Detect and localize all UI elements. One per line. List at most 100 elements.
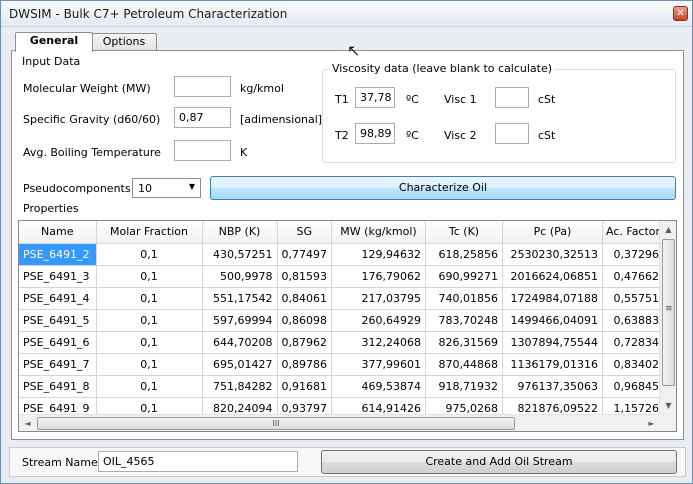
visc1-input[interactable] bbox=[495, 87, 529, 108]
table-cell[interactable]: 0,1 bbox=[96, 353, 203, 376]
table-cell[interactable]: 500,9978 bbox=[202, 265, 278, 288]
table-cell[interactable]: 217,03795 bbox=[331, 287, 426, 310]
tab-general[interactable]: General bbox=[15, 32, 93, 52]
table-cell[interactable]: 0,47662 bbox=[602, 265, 665, 288]
table-cell[interactable]: PSE_6491_3 bbox=[19, 265, 97, 288]
table-cell[interactable]: 783,70248 bbox=[425, 309, 503, 332]
table-cell[interactable]: 0,1 bbox=[96, 265, 203, 288]
table-cell[interactable]: 129,94632 bbox=[331, 243, 426, 266]
table-row[interactable]: PSE_6491_3 0,1 500,9978 0,81593 176,79062 690… bbox=[19, 265, 665, 288]
table-cell[interactable]: 469,53874 bbox=[331, 375, 426, 398]
scroll-left-icon[interactable]: ◄ bbox=[19, 415, 36, 431]
column-header[interactable]: NBP (K) bbox=[202, 221, 278, 244]
table-cell[interactable]: 0,83402 bbox=[602, 353, 665, 376]
table-cell[interactable]: 618,25856 bbox=[425, 243, 503, 266]
table-cell[interactable]: 0,96845 bbox=[602, 375, 665, 398]
table-cell[interactable]: PSE_6491_4 bbox=[19, 287, 97, 310]
table-cell[interactable]: 0,1 bbox=[96, 375, 203, 398]
input-data-label: Input Data bbox=[22, 55, 81, 68]
table-cell[interactable]: 0,84061 bbox=[277, 287, 332, 310]
table-cell[interactable]: 0,1 bbox=[96, 331, 203, 354]
sg-label: Specific Gravity (d60/60) bbox=[23, 113, 161, 126]
table-cell[interactable]: 695,01427 bbox=[202, 353, 278, 376]
table-cell[interactable]: PSE_6491_7 bbox=[19, 353, 97, 376]
table-row[interactable]: PSE_6491_7 0,1 695,01427 0,89786 377,99601 87… bbox=[19, 353, 665, 376]
visc2-input[interactable] bbox=[495, 123, 529, 144]
table-cell[interactable]: 0,1 bbox=[96, 309, 203, 332]
table-cell[interactable]: 0,1 bbox=[96, 287, 203, 310]
table-cell[interactable]: 0,89786 bbox=[277, 353, 332, 376]
table-cell[interactable]: 0,1 bbox=[96, 243, 203, 266]
properties-label: Properties bbox=[23, 202, 79, 215]
table-cell[interactable]: 0,81593 bbox=[277, 265, 332, 288]
table-cell[interactable]: 1136179,01316 bbox=[502, 353, 603, 376]
sg-input[interactable]: 0,87 bbox=[174, 107, 231, 128]
table-cell[interactable]: 312,24068 bbox=[331, 331, 426, 354]
vertical-scrollbar[interactable]: ▲ ≡ ▼ bbox=[659, 221, 676, 414]
scroll-down-icon[interactable]: ▼ bbox=[660, 397, 676, 414]
table-row[interactable]: PSE_6491_4 0,1 551,17542 0,84061 217,03795 74… bbox=[19, 287, 665, 310]
table-cell[interactable]: 597,69994 bbox=[202, 309, 278, 332]
table-cell[interactable]: PSE_6491_8 bbox=[19, 375, 97, 398]
table-row[interactable]: PSE_6491_5 0,1 597,69994 0,86098 260,64929 78… bbox=[19, 309, 665, 332]
stream-name-input[interactable]: OIL_4565 bbox=[98, 451, 298, 472]
tab-options[interactable]: Options bbox=[91, 33, 157, 51]
table-cell[interactable]: 0,55751 bbox=[602, 287, 665, 310]
table-cell[interactable]: 0,77497 bbox=[277, 243, 332, 266]
table-cell[interactable]: 0,91681 bbox=[277, 375, 332, 398]
properties-grid[interactable]: Name Molar Fraction NBP (K) SG MW (kg/km… bbox=[18, 220, 677, 432]
table-cell[interactable]: 751,84282 bbox=[202, 375, 278, 398]
abt-input[interactable] bbox=[174, 140, 231, 161]
column-header[interactable]: MW (kg/kmol) bbox=[331, 221, 426, 244]
table-cell[interactable]: PSE_6491_2 bbox=[19, 243, 97, 266]
table-cell[interactable]: 1307894,75544 bbox=[502, 331, 603, 354]
vertical-scroll-thumb[interactable]: ≡ bbox=[662, 239, 675, 386]
t1-input[interactable]: 37,78 bbox=[355, 87, 395, 108]
table-row[interactable]: PSE_6491_2 0,1 430,57251 0,77497 129,94632 61… bbox=[19, 243, 665, 266]
column-header[interactable]: Ac. Factor bbox=[602, 221, 665, 244]
table-row[interactable]: PSE_6491_8 0,1 751,84282 0,91681 469,53874 91… bbox=[19, 375, 665, 398]
table-cell[interactable]: 1724984,07188 bbox=[502, 287, 603, 310]
t2-input[interactable]: 98,89 bbox=[355, 123, 395, 144]
characterize-oil-button[interactable]: Characterize Oil bbox=[210, 176, 676, 200]
table-cell[interactable]: 826,31569 bbox=[425, 331, 503, 354]
table-cell[interactable]: 976137,35063 bbox=[502, 375, 603, 398]
horizontal-scroll-thumb[interactable]: III bbox=[37, 417, 515, 430]
chevron-down-icon: ▼ bbox=[188, 182, 195, 191]
column-header[interactable]: Name bbox=[19, 221, 97, 244]
pseudocomponents-select[interactable]: 10 ▼ bbox=[132, 178, 201, 198]
column-header[interactable]: Pc (Pa) bbox=[502, 221, 603, 244]
t2-label: T2 bbox=[335, 129, 349, 142]
table-row[interactable]: PSE_6491_6 0,1 644,70208 0,87962 312,24068 82… bbox=[19, 331, 665, 354]
table-cell[interactable]: 690,99271 bbox=[425, 265, 503, 288]
horizontal-scrollbar[interactable]: ◄ III ► bbox=[19, 414, 660, 431]
close-icon[interactable]: ✕ bbox=[673, 6, 688, 21]
table-cell[interactable]: PSE_6491_6 bbox=[19, 331, 97, 354]
table-cell[interactable]: PSE_6491_5 bbox=[19, 309, 97, 332]
table-cell[interactable]: 0,86098 bbox=[277, 309, 332, 332]
table-cell[interactable]: 0,72834 bbox=[602, 331, 665, 354]
column-header[interactable]: Tc (K) bbox=[425, 221, 503, 244]
table-cell[interactable]: 377,99601 bbox=[331, 353, 426, 376]
table-cell[interactable]: 2016624,06851 bbox=[502, 265, 603, 288]
scroll-up-icon[interactable]: ▲ bbox=[660, 221, 676, 238]
table-cell[interactable]: 430,57251 bbox=[202, 243, 278, 266]
visc2-label: Visc 2 bbox=[444, 129, 477, 142]
table-cell[interactable]: 644,70208 bbox=[202, 331, 278, 354]
table-cell[interactable]: 1499466,04091 bbox=[502, 309, 603, 332]
column-header[interactable]: Molar Fraction bbox=[96, 221, 203, 244]
table-cell[interactable]: 870,44868 bbox=[425, 353, 503, 376]
mw-input[interactable] bbox=[174, 76, 231, 97]
table-cell[interactable]: 0,63883 bbox=[602, 309, 665, 332]
table-cell[interactable]: 0,87962 bbox=[277, 331, 332, 354]
column-header[interactable]: SG bbox=[277, 221, 332, 244]
table-cell[interactable]: 0,37296 bbox=[602, 243, 665, 266]
create-oil-stream-button[interactable]: Create and Add Oil Stream bbox=[321, 450, 677, 474]
scroll-right-icon[interactable]: ► bbox=[643, 415, 660, 431]
table-cell[interactable]: 918,71932 bbox=[425, 375, 503, 398]
table-cell[interactable]: 2530230,32513 bbox=[502, 243, 603, 266]
table-cell[interactable]: 260,64929 bbox=[331, 309, 426, 332]
table-cell[interactable]: 176,79062 bbox=[331, 265, 426, 288]
table-cell[interactable]: 551,17542 bbox=[202, 287, 278, 310]
table-cell[interactable]: 740,01856 bbox=[425, 287, 503, 310]
